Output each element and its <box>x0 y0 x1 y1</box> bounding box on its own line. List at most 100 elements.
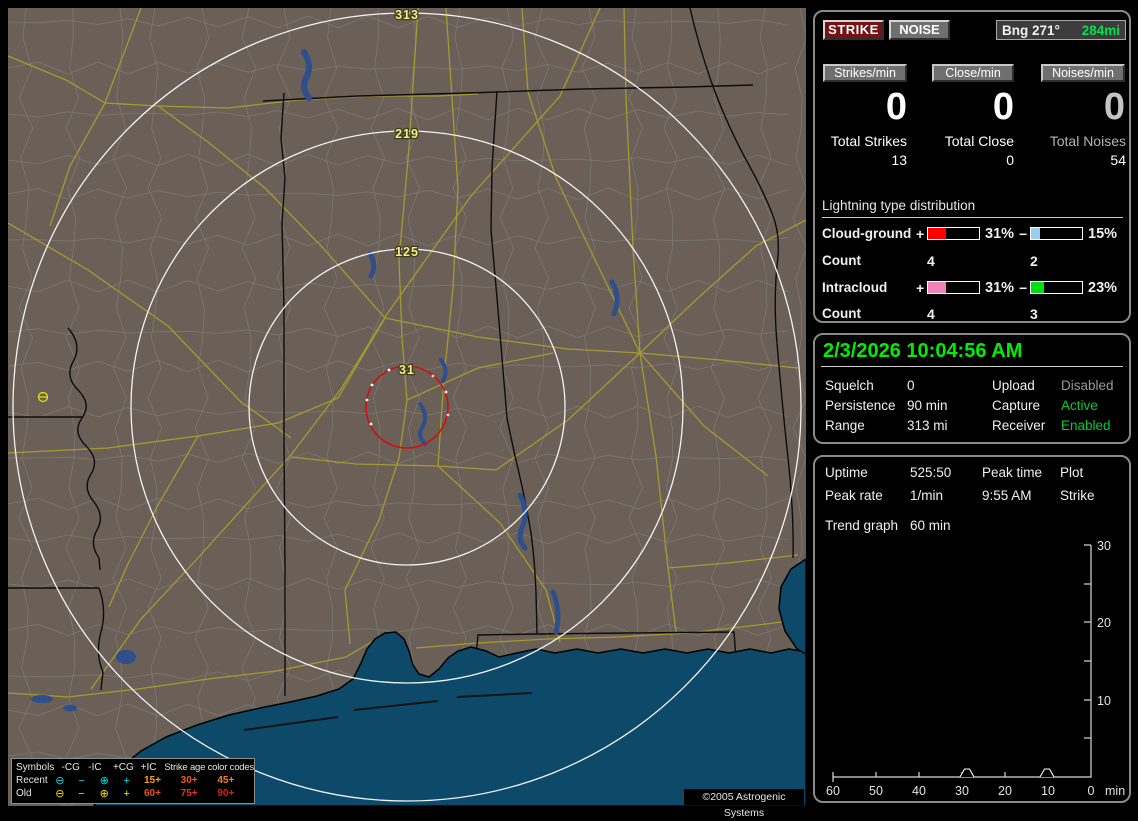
bearing-distance: 284mi <box>1081 22 1120 38</box>
close-rate-value: 0 <box>992 86 1014 128</box>
legend-recent-label: Recent <box>16 775 48 786</box>
x-label-20: 20 <box>998 784 1012 798</box>
recent-neg-cg-icon: ⊖ <box>55 775 65 787</box>
plus-sign: + <box>916 226 925 242</box>
divider <box>821 366 1123 367</box>
x-label-0: 0 <box>1088 784 1095 798</box>
recent-pos-ic-icon: + <box>123 774 130 787</box>
x-unit-label: min <box>1105 784 1125 798</box>
legend-header-row: Symbols -CG -IC +CG +IC Strike age color… <box>16 761 254 774</box>
cg-minus-percent: 15% <box>1088 226 1118 242</box>
minus-sign: − <box>1019 280 1028 296</box>
ic-minus-bar <box>1030 281 1083 294</box>
intracloud-count-row: Count 4 3 <box>815 306 1129 322</box>
ic-plus-percent: 31% <box>985 280 1015 296</box>
cg-plus-count: 4 <box>927 253 935 269</box>
distribution-title: Lightning type distribution <box>822 198 1123 218</box>
age-75-label: 75+ <box>180 788 198 799</box>
datetime-display: 2/3/2026 10:04:56 AM <box>823 340 1023 362</box>
age-90-label: 90+ <box>217 788 235 799</box>
intracloud-row: Intracloud + 31% − 23% <box>815 280 1129 296</box>
cg-plus-bar <box>927 227 980 240</box>
ic-plus-bar <box>927 281 980 294</box>
y-label-10: 10 <box>1097 694 1111 708</box>
x-label-10: 10 <box>1041 784 1055 798</box>
range-label-313: 313 <box>395 8 419 22</box>
recent-neg-ic-icon: − <box>78 774 85 787</box>
status-panel: 2/3/2026 10:04:56 AM Squelch 0 Upload Di… <box>813 333 1131 444</box>
trend-graph: 30 20 10 60 50 40 30 20 10 0 min <box>826 539 1125 798</box>
y-label-20: 20 <box>1097 616 1111 630</box>
legend-col-pos-cg: +CG <box>112 762 134 773</box>
strike-bump-29min <box>959 768 975 778</box>
receiver-status: Enabled <box>1061 418 1111 433</box>
upload-status: Disabled <box>1061 378 1114 393</box>
count-label: Count <box>822 306 861 321</box>
upload-label: Upload <box>992 378 1035 393</box>
trend-panel: Uptime 525:50 Peak time Plot Peak rate 1… <box>813 455 1131 803</box>
total-strikes-label: Total Strikes <box>830 133 907 149</box>
total-noises-value: 54 <box>1110 152 1126 168</box>
minus-sign: − <box>1019 226 1028 242</box>
old-neg-cg-icon: ⊖ <box>55 788 65 800</box>
cloud-ground-count-row: Count 4 2 <box>815 253 1129 269</box>
x-label-40: 40 <box>912 784 926 798</box>
total-noises-label: Total Noises <box>1049 133 1126 149</box>
receiver-label: Receiver <box>992 418 1046 433</box>
persistence-value: 90 min <box>907 398 948 413</box>
total-close-value: 0 <box>1006 152 1014 168</box>
old-pos-ic-icon: + <box>123 787 130 800</box>
range-label-125: 125 <box>395 245 419 259</box>
bearing-label: Bng 271° <box>1002 22 1060 38</box>
x-label-60: 60 <box>826 784 840 798</box>
legend-old-label: Old <box>16 788 32 799</box>
age-15-label: 15+ <box>143 775 161 786</box>
ic-plus-count: 4 <box>927 306 935 322</box>
noises-per-min-button[interactable]: Noises/min <box>1041 64 1125 82</box>
bearing-readout: Bng 271° 284mi <box>996 20 1126 40</box>
total-strikes-value: 13 <box>891 152 907 168</box>
range-label-219: 219 <box>395 127 419 141</box>
cloud-ground-label: Cloud-ground <box>822 226 912 241</box>
symbols-legend: Symbols -CG -IC +CG +IC Strike age color… <box>11 758 255 804</box>
close-per-min-button[interactable]: Close/min <box>932 64 1014 82</box>
persistence-label: Persistence <box>825 398 896 413</box>
ic-minus-percent: 23% <box>1088 280 1118 296</box>
map-canvas: 313 219 125 31 <box>8 8 806 806</box>
plus-sign: + <box>916 280 925 296</box>
x-label-30: 30 <box>955 784 969 798</box>
noise-toggle-button[interactable]: NOISE <box>889 20 950 40</box>
range-value: 313 mi <box>907 418 948 433</box>
cloud-ground-row: Cloud-ground + 31% − 15% <box>815 226 1129 242</box>
ic-minus-count: 3 <box>1030 306 1038 322</box>
squelch-row: Squelch 0 Upload Disabled <box>815 378 1129 395</box>
legend-col-neg-ic: -IC <box>88 762 102 773</box>
x-label-50: 50 <box>869 784 883 798</box>
persistence-row: Persistence 90 min Capture Active <box>815 398 1129 415</box>
noises-rate-value: 0 <box>1103 86 1125 128</box>
old-neg-ic-icon: − <box>78 787 85 800</box>
old-pos-cg-icon: ⊕ <box>99 788 109 800</box>
y-ticks <box>1084 544 1091 739</box>
legend-recent-row: Recent ⊖ − ⊕ + 15+ 30+ 45+ <box>16 774 254 788</box>
capture-status: Active <box>1061 398 1098 413</box>
range-label-31: 31 <box>399 363 415 377</box>
strike-toggle-button[interactable]: STRIKE <box>823 20 884 40</box>
range-label: Range <box>825 418 865 433</box>
cg-minus-count: 2 <box>1030 253 1038 269</box>
copyright-text: ©2005 Astrogenic Systems <box>684 789 804 819</box>
legend-symbols-header: Symbols <box>16 762 55 773</box>
legend-col-pos-ic: +IC <box>140 762 157 773</box>
recent-pos-cg-icon: ⊕ <box>99 775 109 787</box>
strike-bump-10min <box>1039 768 1055 778</box>
squelch-value: 0 <box>907 378 915 393</box>
strikes-per-min-button[interactable]: Strikes/min <box>823 64 907 82</box>
counters-panel: STRIKE NOISE Bng 271° 284mi Strikes/min … <box>813 10 1131 323</box>
lightning-map: 313 219 125 31 Symbols -CG -IC +CG +IC S… <box>8 8 806 819</box>
strikes-rate-value: 0 <box>885 86 907 128</box>
legend-age-header: Strike age color codes <box>164 762 255 773</box>
count-label: Count <box>822 253 861 268</box>
total-close-label: Total Close <box>944 133 1014 149</box>
range-row: Range 313 mi Receiver Enabled <box>815 418 1129 435</box>
age-45-label: 45+ <box>217 775 235 786</box>
